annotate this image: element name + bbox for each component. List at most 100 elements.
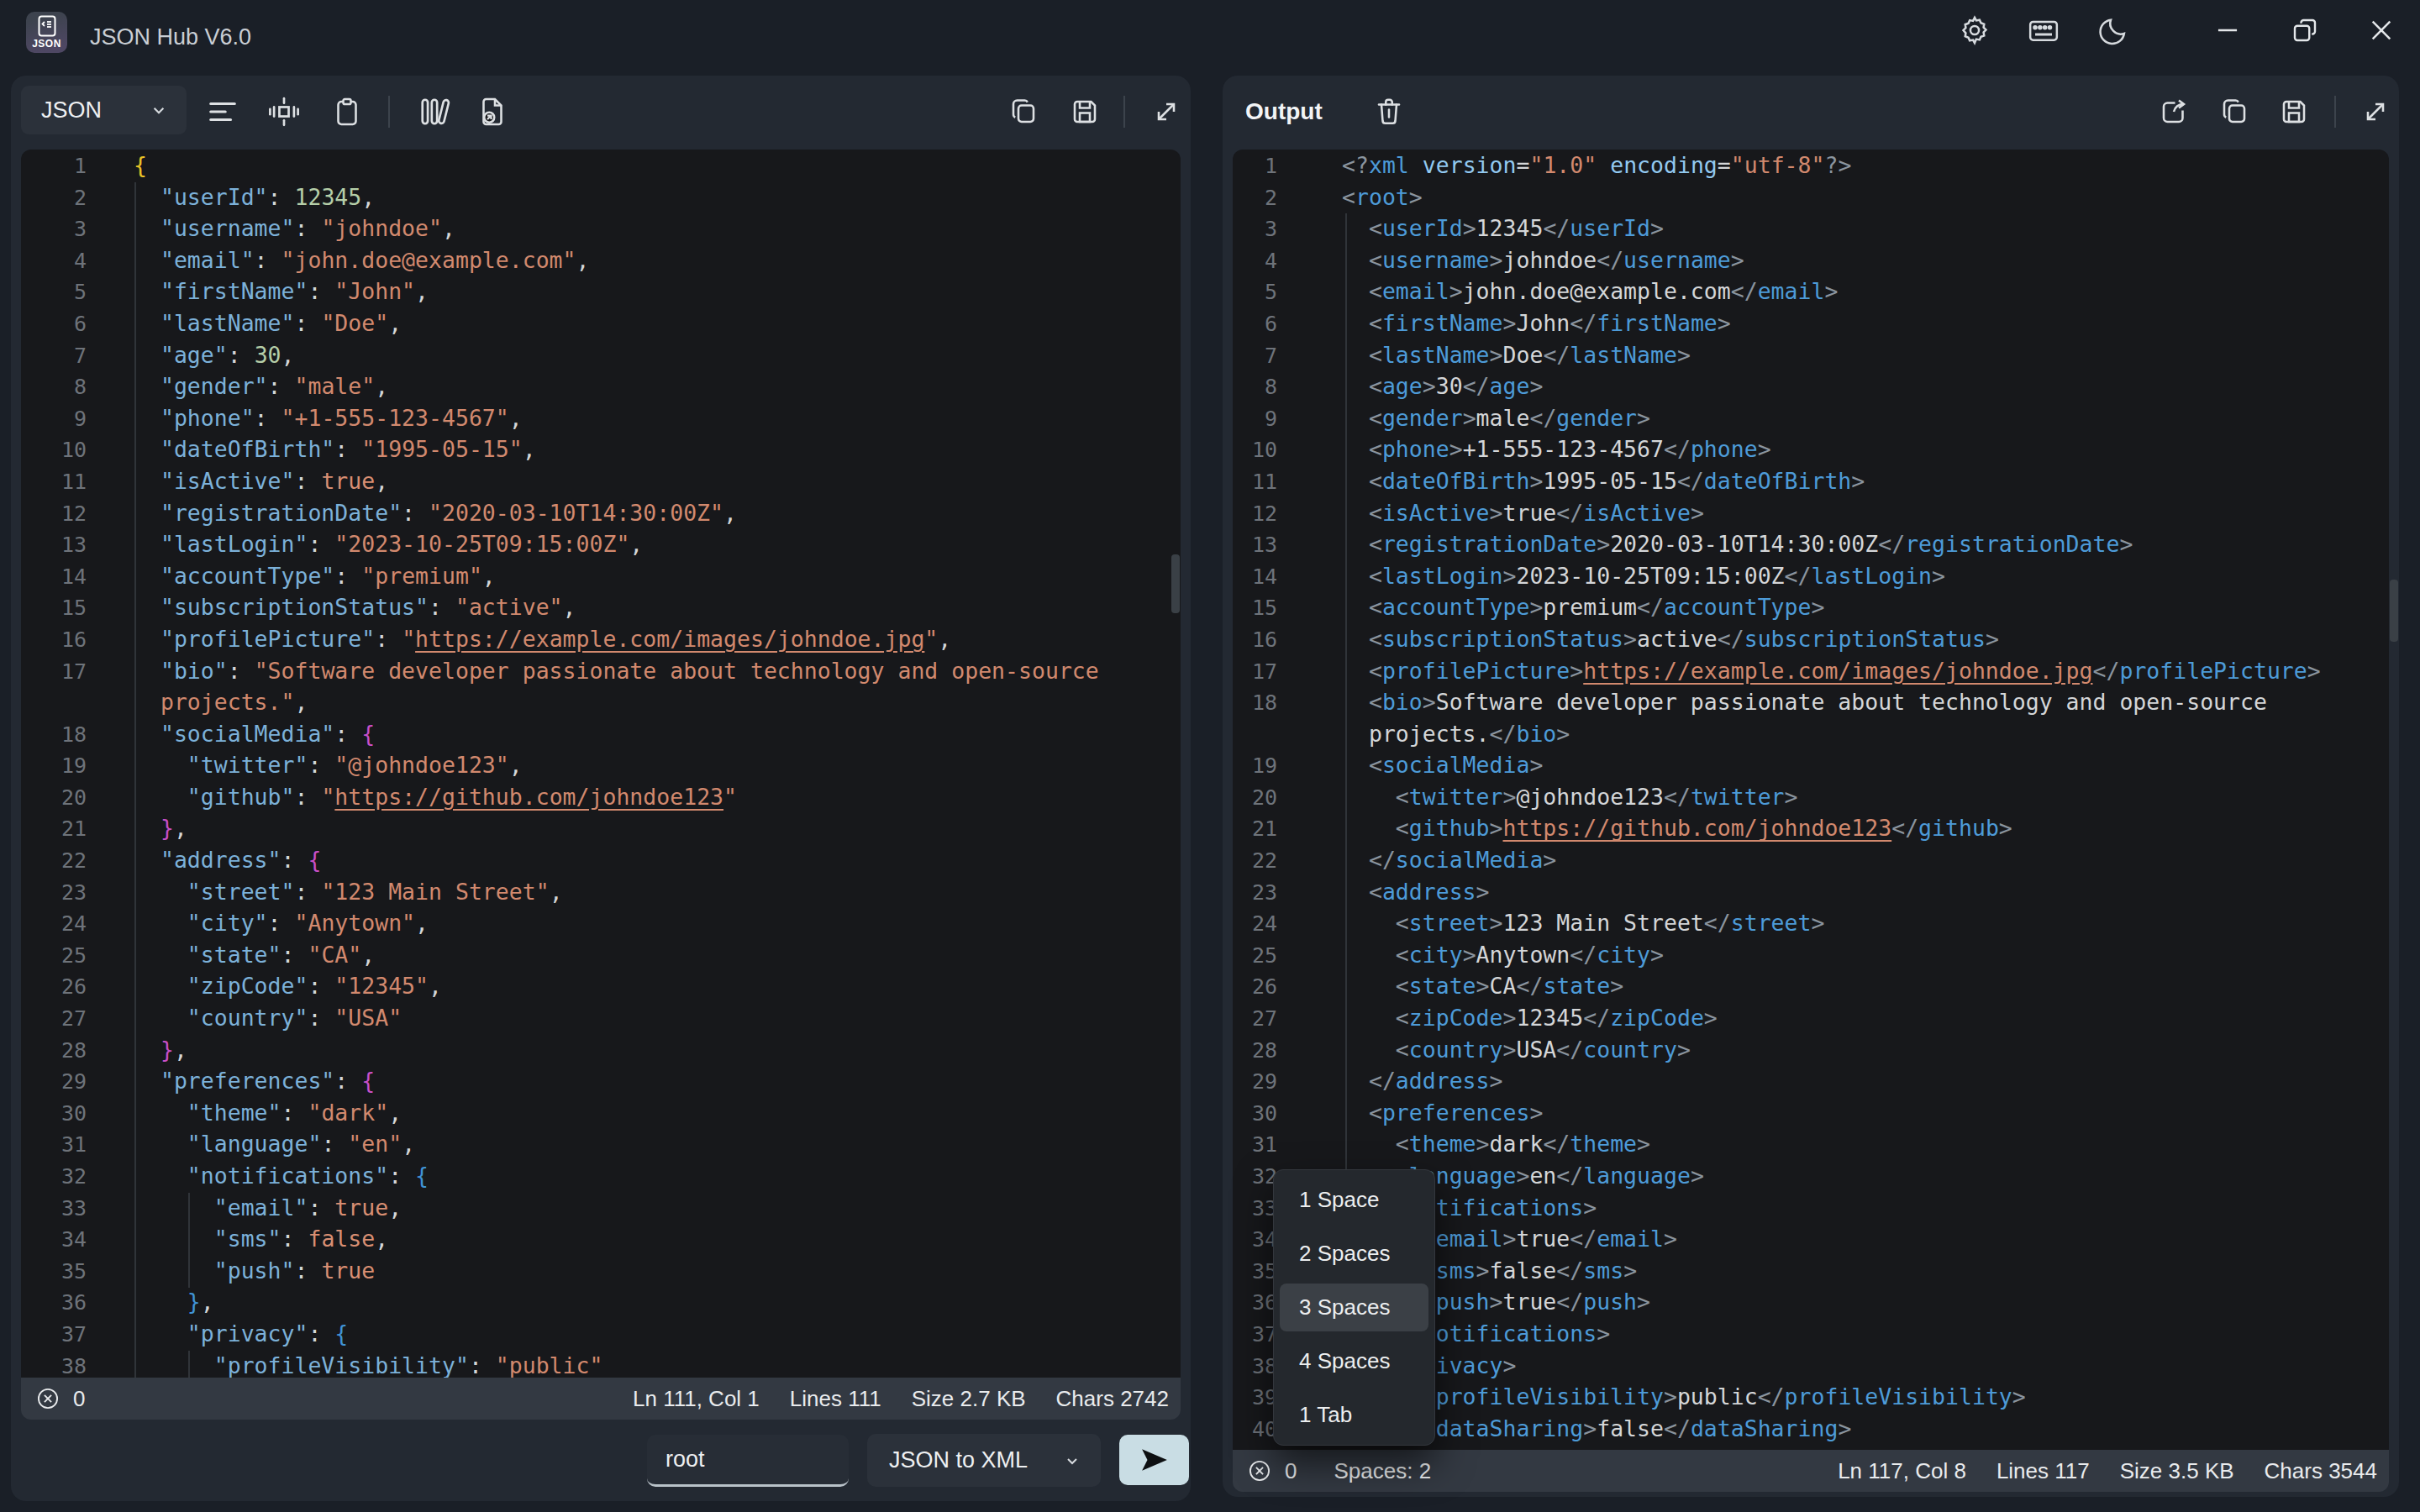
chevron-down-icon <box>148 99 170 121</box>
code-text: "preferences": { <box>134 1068 375 1094</box>
code-line: 30 "theme": "dark", <box>21 1097 1181 1129</box>
code-text: "notifications": { <box>134 1163 429 1189</box>
menu-item[interactable]: 2 Spaces <box>1280 1230 1428 1278</box>
code-line: 22 </socialMedia> <box>1233 844 2389 876</box>
code-line: 18 "socialMedia": { <box>21 718 1181 750</box>
scrollbar-thumb[interactable] <box>1171 554 1180 613</box>
menu-item[interactable]: 1 Space <box>1280 1176 1428 1224</box>
code-line: 30 <preferences> <box>1233 1097 2389 1129</box>
language-selector[interactable]: JSON <box>21 86 187 134</box>
dark-mode-moon-icon[interactable] <box>2096 12 2133 49</box>
line-number: 35 <box>1233 1256 1277 1288</box>
error-count: 0 <box>73 1386 85 1412</box>
code-line: 31 "language": "en", <box>21 1128 1181 1160</box>
share-icon[interactable] <box>2155 93 2192 130</box>
code-text: <email>john.doe@example.com</email> <box>1342 278 1838 304</box>
code-text: "city": "Anytown", <box>134 910 429 936</box>
line-number: 8 <box>1233 371 1277 403</box>
code-text: <firstName>John</firstName> <box>1342 310 1731 336</box>
code-text: "privacy": { <box>134 1320 348 1347</box>
code-line: 11 <dateOfBirth>1995-05-15</dateOfBirth> <box>1233 465 2389 497</box>
line-number: 30 <box>21 1098 87 1130</box>
json-editor[interactable]: 1{2 "userId": 12345,3 "username": "johnd… <box>21 150 1181 1378</box>
line-number: 19 <box>21 750 87 782</box>
code-line: 7 "age": 30, <box>21 339 1181 371</box>
conversion-selector[interactable]: JSON to XML <box>867 1434 1101 1487</box>
code-line: 38 "profileVisibility": "public" <box>21 1350 1181 1378</box>
copy-icon[interactable] <box>1005 93 1042 130</box>
code-line: 8 <age>30</age> <box>1233 370 2389 402</box>
file-export-icon[interactable] <box>474 93 511 130</box>
paste-clipboard-icon[interactable] <box>329 93 366 130</box>
maximize-restore-button[interactable] <box>2286 12 2323 49</box>
line-number: 1 <box>1233 150 1277 182</box>
code-text: "state": "CA", <box>134 942 375 968</box>
expand-icon[interactable] <box>1148 93 1185 130</box>
code-line: 15 <accountType>premium</accountType> <box>1233 591 2389 623</box>
toolbar-divider <box>388 96 390 128</box>
line-number: 34 <box>21 1224 87 1256</box>
code-line: 9 <gender>male</gender> <box>1233 402 2389 434</box>
code-line: 12 "registrationDate": "2020-03-10T14:30… <box>21 497 1181 529</box>
code-line: 1{ <box>21 150 1181 181</box>
compact-icon[interactable] <box>266 93 302 130</box>
code-line: 18 <bio>Software developer passionate ab… <box>1233 686 2389 718</box>
code-text: }, <box>134 1289 214 1315</box>
convert-send-button[interactable] <box>1119 1435 1189 1485</box>
code-text: "street": "123 Main Street", <box>134 879 563 905</box>
code-line: 6 <firstName>John</firstName> <box>1233 307 2389 339</box>
line-number: 30 <box>1233 1098 1277 1130</box>
line-number: 36 <box>1233 1287 1277 1319</box>
settings-gear-icon[interactable] <box>1956 12 1993 49</box>
code-line: 19 "twitter": "@johndoe123", <box>21 749 1181 781</box>
language-selector-label: JSON <box>41 97 148 123</box>
line-number: 12 <box>1233 498 1277 530</box>
indent-guide <box>188 1193 190 1288</box>
line-number: 16 <box>21 624 87 656</box>
menu-item[interactable]: 1 Tab <box>1280 1391 1428 1439</box>
line-number: 38 <box>21 1351 87 1378</box>
trash-icon[interactable] <box>1370 92 1407 129</box>
line-number: 20 <box>1233 782 1277 814</box>
code-text: <?xml version="1.0" encoding="utf-8"?> <box>1342 152 1851 178</box>
view-columns-icon[interactable] <box>416 93 453 130</box>
root-name-input[interactable]: root <box>647 1435 849 1487</box>
copy-icon[interactable] <box>2216 93 2253 130</box>
code-line: 27 "country": "USA" <box>21 1002 1181 1034</box>
app-icon-label: JSON <box>32 38 61 50</box>
indent-setting[interactable]: Spaces: 2 <box>1334 1458 1431 1484</box>
code-text: <lastName>Doe</lastName> <box>1342 342 1691 368</box>
format-align-icon[interactable] <box>204 93 241 130</box>
code-text: "sms": false, <box>134 1226 388 1252</box>
line-number: 33 <box>21 1193 87 1225</box>
keyboard-icon[interactable] <box>2025 12 2062 49</box>
code-line: 34 "sms": false, <box>21 1223 1181 1255</box>
chevron-down-icon <box>1062 1451 1082 1471</box>
document-icon <box>38 15 56 37</box>
code-line: 4 "email": "john.doe@example.com", <box>21 244 1181 276</box>
root-name-value: root <box>666 1446 705 1473</box>
file-size: Size 2.7 KB <box>912 1386 1026 1412</box>
save-icon[interactable] <box>1066 93 1103 130</box>
line-number: 1 <box>21 150 87 182</box>
line-number: 7 <box>1233 340 1277 372</box>
line-count: Lines 117 <box>1996 1458 2090 1484</box>
code-line: 33 "email": true, <box>21 1192 1181 1224</box>
app-icon: JSON <box>26 12 67 53</box>
minimize-button[interactable] <box>2209 12 2246 49</box>
save-icon[interactable] <box>2275 93 2312 130</box>
menu-item[interactable]: 3 Spaces <box>1280 1284 1428 1331</box>
error-count: 0 <box>1285 1458 1297 1484</box>
conversion-label: JSON to XML <box>889 1447 1028 1473</box>
code-text: <profilePicture>https://example.com/imag… <box>1342 658 2321 684</box>
code-line: 26 "zipCode": "12345", <box>21 970 1181 1002</box>
code-line: 27 <zipCode>12345</zipCode> <box>1233 1002 2389 1034</box>
expand-icon[interactable] <box>2357 93 2394 130</box>
code-line: 16 "profilePicture": "https://example.co… <box>21 623 1181 655</box>
code-line: 2 "userId": 12345, <box>21 181 1181 213</box>
line-number: 33 <box>1233 1193 1277 1225</box>
indent-guide <box>188 1351 190 1378</box>
close-button[interactable] <box>2363 12 2400 49</box>
scrollbar-thumb[interactable] <box>2390 580 2398 642</box>
menu-item[interactable]: 4 Spaces <box>1280 1337 1428 1385</box>
